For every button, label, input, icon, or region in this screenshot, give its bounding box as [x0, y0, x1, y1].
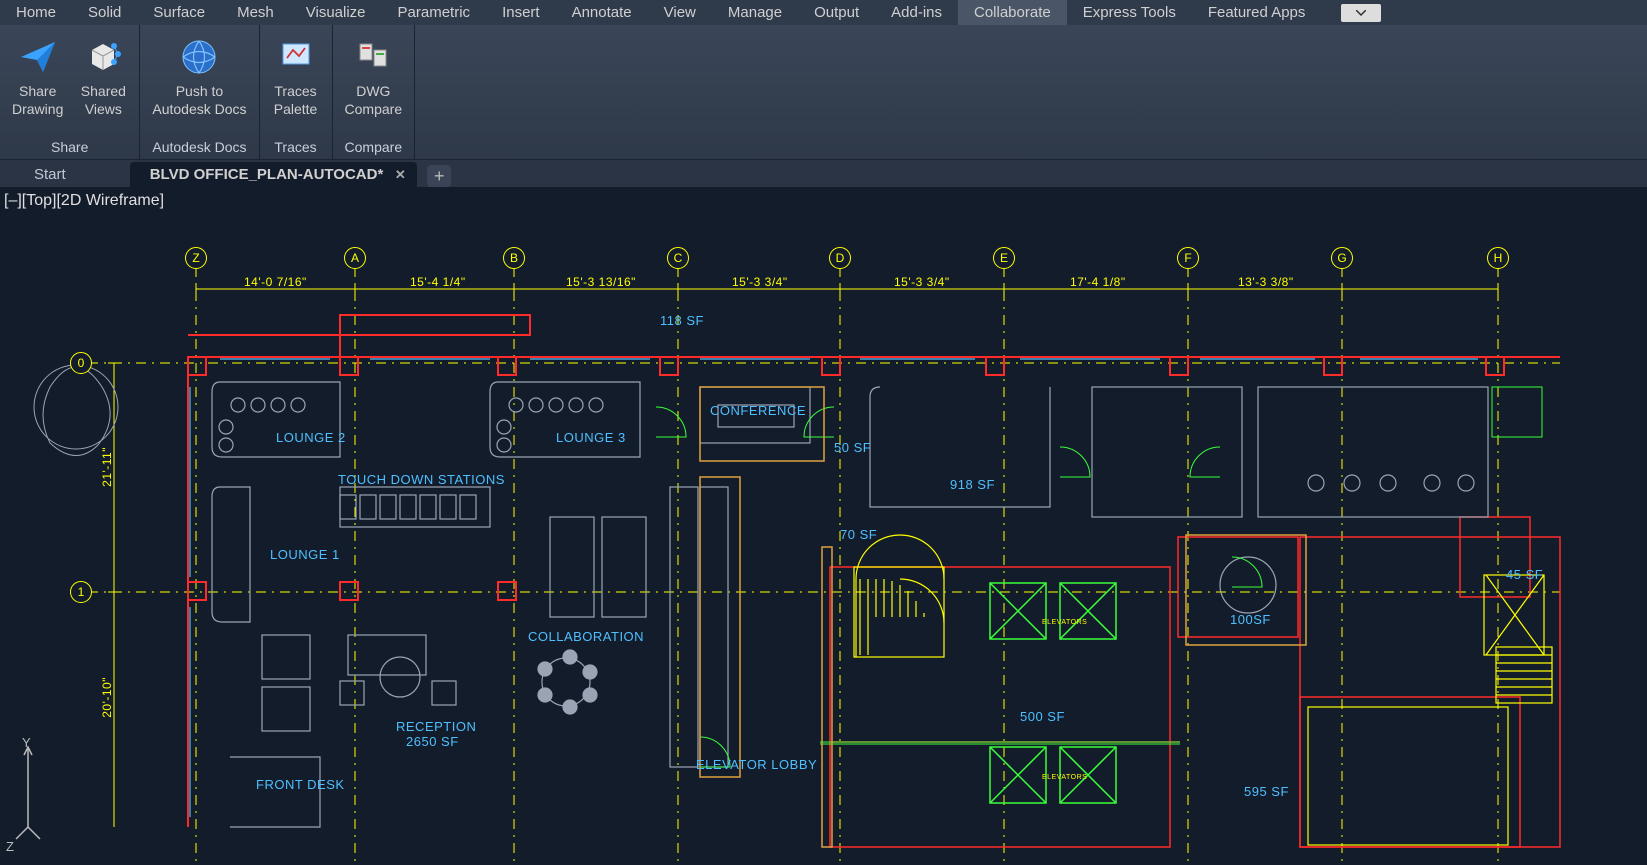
dim-h-6: 13'-3 3/8" [1238, 275, 1294, 289]
share-drawing-label: ShareDrawing [12, 83, 63, 118]
ucs-y-label: Y [22, 735, 31, 750]
menu-mesh[interactable]: Mesh [221, 0, 290, 25]
grid-label-g: G [1331, 247, 1353, 269]
menu-bar: Home Solid Surface Mesh Visualize Parame… [0, 0, 1647, 25]
ribbon-panel-traces: TracesPalette Traces [260, 25, 333, 159]
traces-icon [272, 33, 320, 81]
room-lounge3: LOUNGE 3 [556, 430, 626, 445]
dim-h-2: 15'-3 13/16" [566, 275, 636, 289]
ribbon-panel-share-title: Share [8, 137, 131, 159]
shared-views-button[interactable]: SharedViews [75, 29, 131, 137]
shared-views-label: SharedViews [81, 83, 126, 118]
menu-overflow-dropdown[interactable] [1341, 4, 1381, 22]
traces-palette-button[interactable]: TracesPalette [268, 29, 324, 137]
room-reception: RECEPTION [396, 719, 476, 734]
chevron-down-icon [1356, 10, 1366, 16]
room-lounge1: LOUNGE 1 [270, 547, 340, 562]
menu-home[interactable]: Home [0, 0, 72, 25]
dwg-compare-label: DWGCompare [345, 83, 403, 118]
menu-manage[interactable]: Manage [712, 0, 798, 25]
ribbon-panel-compare: DWGCompare Compare [333, 25, 416, 159]
grid-label-z: Z [185, 247, 207, 269]
close-icon[interactable]: ✕ [393, 168, 407, 182]
menu-annotate[interactable]: Annotate [556, 0, 648, 25]
dim-h-1: 15'-4 1/4" [410, 275, 466, 289]
menu-collaborate[interactable]: Collaborate [958, 0, 1067, 25]
push-to-autodesk-docs-button[interactable]: Push toAutodesk Docs [148, 29, 250, 137]
grid-label-f: F [1177, 247, 1199, 269]
file-tab-bar: Start BLVD OFFICE_PLAN-AUTOCAD* ✕ + [0, 160, 1647, 187]
share-drawing-button[interactable]: ShareDrawing [8, 29, 67, 137]
ribbon-panel-autodesk-docs: Push toAutodesk Docs Autodesk Docs [140, 25, 259, 159]
dim-v-1: 20'-10" [100, 677, 114, 718]
menu-parametric[interactable]: Parametric [382, 0, 487, 25]
ribbon: ShareDrawing SharedViews Share [0, 25, 1647, 160]
menu-express-tools[interactable]: Express Tools [1067, 0, 1192, 25]
dim-h-5: 17'-4 1/8" [1070, 275, 1126, 289]
ribbon-panel-autodesk-docs-title: Autodesk Docs [148, 137, 250, 159]
grid-label-h: H [1487, 247, 1509, 269]
dim-h-0: 14'-0 7/16" [244, 275, 307, 289]
compare-icon [349, 33, 397, 81]
dim-h-4: 15'-3 3/4" [894, 275, 950, 289]
room-reception-sf: 2650 SF [406, 734, 459, 749]
room-50sf: 50 SF [834, 440, 871, 455]
room-595sf: 595 SF [1244, 784, 1289, 799]
file-tab-active[interactable]: BLVD OFFICE_PLAN-AUTOCAD* ✕ [130, 162, 418, 187]
file-tab-start-label: Start [34, 166, 66, 183]
menu-visualize[interactable]: Visualize [290, 0, 382, 25]
grid-label-b: B [503, 247, 525, 269]
traces-palette-label: TracesPalette [274, 83, 318, 118]
push-to-autodesk-docs-label: Push toAutodesk Docs [152, 83, 246, 118]
room-conference: CONFERENCE [710, 403, 806, 418]
room-frontdesk: FRONT DESK [256, 777, 345, 792]
drawing-canvas[interactable]: Z A B C D E F G H 0 1 14'-0 7/16" 15'-4 … [0, 187, 1647, 865]
room-918sf: 918 SF [950, 477, 995, 492]
ribbon-panel-compare-title: Compare [341, 137, 407, 159]
menu-surface[interactable]: Surface [137, 0, 221, 25]
ribbon-panel-traces-title: Traces [268, 137, 324, 159]
room-lounge2: LOUNGE 2 [276, 430, 346, 445]
room-500sf: 500 SF [1020, 709, 1065, 724]
viewport-control-label[interactable]: [–][Top][2D Wireframe] [4, 192, 164, 210]
file-tab-active-label: BLVD OFFICE_PLAN-AUTOCAD* [150, 166, 384, 183]
grid-label-a: A [344, 247, 366, 269]
file-tab-add-button[interactable]: + [427, 165, 451, 187]
room-45sf: 45 SF [1506, 567, 1543, 582]
dwg-compare-button[interactable]: DWGCompare [341, 29, 407, 137]
menu-output[interactable]: Output [798, 0, 875, 25]
dim-h-3: 15'-3 3/4" [732, 275, 788, 289]
grid-label-row0: 0 [70, 352, 92, 374]
ribbon-panel-share: ShareDrawing SharedViews Share [0, 25, 140, 159]
dim-v-0: 21'-11" [100, 447, 114, 487]
room-70sf: 70 SF [840, 527, 877, 542]
menu-featured-apps[interactable]: Featured Apps [1192, 0, 1322, 25]
paper-plane-icon [14, 33, 62, 81]
menu-insert[interactable]: Insert [486, 0, 556, 25]
room-elevlobby: ELEVATOR LOBBY [696, 757, 817, 772]
file-tab-start[interactable]: Start [20, 162, 126, 187]
grid-label-d: D [829, 247, 851, 269]
ucs-z-label: Z [6, 839, 14, 854]
globe-icon [175, 33, 223, 81]
menu-view[interactable]: View [648, 0, 712, 25]
grid-label-e: E [993, 247, 1015, 269]
room-collaboration: COLLABORATION [528, 629, 644, 644]
room-100sf: 100SF [1230, 612, 1271, 627]
cube-share-icon [79, 33, 127, 81]
grid-label-c: C [667, 247, 689, 269]
elev-label-1: ELEVATORS [1042, 619, 1087, 626]
room-118sf: 118 SF [660, 313, 704, 328]
room-touchdown: TOUCH DOWN STATIONS [338, 472, 505, 487]
elev-label-2: ELEVATORS [1042, 774, 1087, 781]
grid-label-row1: 1 [70, 581, 92, 603]
menu-addins[interactable]: Add-ins [875, 0, 958, 25]
menu-solid[interactable]: Solid [72, 0, 137, 25]
